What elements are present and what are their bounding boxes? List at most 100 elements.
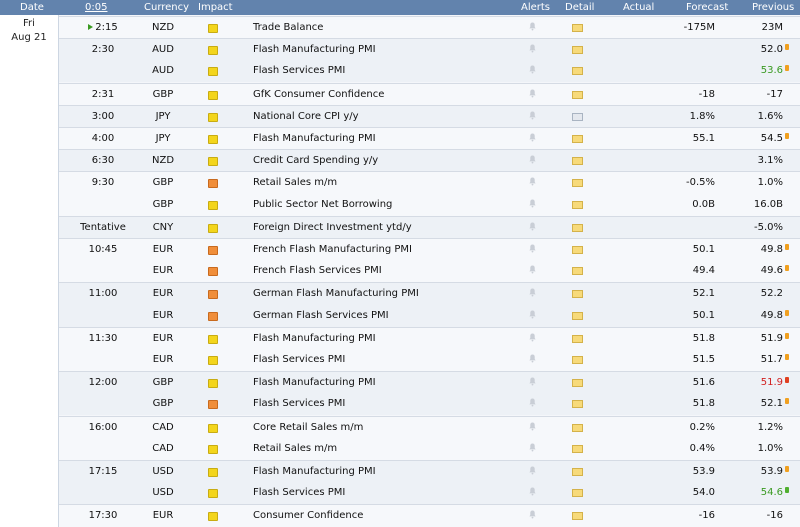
bell-icon[interactable] xyxy=(529,65,536,74)
folder-icon[interactable] xyxy=(572,311,583,320)
bell-icon[interactable] xyxy=(529,288,536,297)
folder-icon[interactable] xyxy=(572,468,583,476)
event-title[interactable]: French Flash Services PMI xyxy=(253,265,382,276)
folder-icon[interactable] xyxy=(572,179,583,188)
folder-icon[interactable] xyxy=(572,246,583,254)
event-title[interactable]: German Flash Manufacturing PMI xyxy=(253,288,419,299)
event-title[interactable]: Flash Services PMI xyxy=(253,487,345,498)
folder-icon[interactable] xyxy=(572,356,583,364)
bell-icon[interactable] xyxy=(529,487,536,496)
table-row[interactable]: 11:30 EUR Flash Manufacturing PMI 51.8 51.9 xyxy=(59,326,800,350)
bell-icon[interactable] xyxy=(529,377,536,386)
bell-icon[interactable] xyxy=(529,177,536,186)
event-title[interactable]: Flash Manufacturing PMI xyxy=(253,466,376,477)
folder-icon[interactable] xyxy=(572,489,583,498)
folder-icon[interactable] xyxy=(572,24,583,32)
event-title[interactable]: Trade Balance xyxy=(253,22,323,33)
header-impact[interactable]: Impact xyxy=(198,2,233,13)
table-row[interactable]: 2:31 GBP GfK Consumer Confidence -18 -17 xyxy=(59,82,800,106)
table-row[interactable]: 3:00 JPY National Core CPI y/y 1.8% 1.6% xyxy=(59,104,800,128)
folder-icon[interactable] xyxy=(572,200,583,209)
table-row[interactable]: 6:30 NZD Credit Card Spending y/y 3.1% xyxy=(59,149,800,173)
header-detail[interactable]: Detail xyxy=(565,2,594,13)
bell-icon[interactable] xyxy=(529,443,536,452)
event-title[interactable]: Flash Manufacturing PMI xyxy=(253,377,376,388)
header-date[interactable]: Date xyxy=(20,2,44,13)
table-row[interactable]: CAD Retail Sales m/m 0.4% 1.0% xyxy=(59,437,800,460)
bell-icon[interactable] xyxy=(529,89,536,98)
table-row[interactable]: AUD Flash Services PMI 53.6 xyxy=(59,60,800,83)
event-title[interactable]: Credit Card Spending y/y xyxy=(253,155,378,166)
event-title[interactable]: Retail Sales m/m xyxy=(253,177,337,188)
event-title[interactable]: German Flash Services PMI xyxy=(253,310,389,321)
folder-icon[interactable] xyxy=(572,267,583,276)
table-row[interactable]: 4:00 JPY Flash Manufacturing PMI 55.1 54.5 xyxy=(59,127,800,150)
bell-icon[interactable] xyxy=(529,155,536,164)
folder-icon[interactable] xyxy=(572,90,583,99)
bell-icon[interactable] xyxy=(529,22,536,31)
note-icon[interactable] xyxy=(572,112,583,121)
bell-icon[interactable] xyxy=(529,222,536,231)
folder-icon[interactable] xyxy=(572,423,583,432)
folder-icon[interactable] xyxy=(572,223,583,232)
table-row[interactable]: EUR German Flash Services PMI 50.1 49.8 xyxy=(59,304,800,327)
event-title[interactable]: French Flash Manufacturing PMI xyxy=(253,244,412,255)
table-row[interactable]: 2:30 AUD Flash Manufacturing PMI 52.0 xyxy=(59,38,800,62)
bell-icon[interactable] xyxy=(529,44,536,53)
folder-icon[interactable] xyxy=(572,444,583,453)
event-title[interactable]: Flash Services PMI xyxy=(253,354,345,365)
event-title[interactable]: Flash Manufacturing PMI xyxy=(253,44,376,55)
folder-icon[interactable] xyxy=(572,512,583,521)
folder-icon[interactable] xyxy=(572,157,583,166)
table-row[interactable]: EUR French Flash Services PMI 49.4 49.6 xyxy=(59,260,800,283)
bell-icon[interactable] xyxy=(529,199,536,208)
table-row[interactable]: 12:00 GBP Flash Manufacturing PMI 51.6 51.9 xyxy=(59,371,800,395)
bell-icon[interactable] xyxy=(529,265,536,274)
header-actual[interactable]: Actual xyxy=(623,2,654,13)
table-row[interactable]: 17:15 USD Flash Manufacturing PMI 53.9 53.9 xyxy=(59,460,800,483)
event-title[interactable]: GfK Consumer Confidence xyxy=(253,89,384,100)
header-time[interactable]: 0:05 xyxy=(85,2,107,13)
bell-icon[interactable] xyxy=(529,111,536,120)
table-row[interactable]: GBP Flash Services PMI 51.8 52.1 xyxy=(59,393,800,416)
header-alerts[interactable]: Alerts xyxy=(521,2,550,13)
table-row[interactable]: 16:00 CAD Core Retail Sales m/m 0.2% 1.2% xyxy=(59,415,800,439)
event-title[interactable]: Public Sector Net Borrowing xyxy=(253,199,392,210)
table-row[interactable]: Tentative CNY Foreign Direct Investment yt… xyxy=(59,215,800,239)
folder-icon[interactable] xyxy=(572,334,583,343)
table-row[interactable]: USD Flash Services PMI 54.0 54.6 xyxy=(59,482,800,505)
folder-icon[interactable] xyxy=(572,46,583,55)
table-row[interactable]: GBP Public Sector Net Borrowing 0.0B 16.0B xyxy=(59,193,800,216)
table-row[interactable]: 17:30 EUR Consumer Confidence -16 -16 xyxy=(59,504,800,527)
event-title[interactable]: Core Retail Sales m/m xyxy=(253,422,363,433)
event-title[interactable]: Flash Manufacturing PMI xyxy=(253,333,376,344)
bell-icon[interactable] xyxy=(529,244,536,253)
event-title[interactable]: Foreign Direct Investment ytd/y xyxy=(253,222,412,233)
bell-icon[interactable] xyxy=(529,510,536,519)
folder-icon[interactable] xyxy=(572,67,583,76)
bell-icon[interactable] xyxy=(529,333,536,342)
table-row[interactable]: 9:30 GBP Retail Sales m/m -0.5% 1.0% xyxy=(59,171,800,195)
bell-icon[interactable] xyxy=(529,466,536,475)
event-title[interactable]: Flash Services PMI xyxy=(253,65,345,76)
folder-icon[interactable] xyxy=(572,379,583,388)
bell-icon[interactable] xyxy=(529,354,536,363)
event-title[interactable]: Retail Sales m/m xyxy=(253,443,337,454)
event-title[interactable]: National Core CPI y/y xyxy=(253,111,359,122)
table-row[interactable]: 11:00 EUR German Flash Manufacturing PMI 52… xyxy=(59,282,800,306)
folder-icon[interactable] xyxy=(572,290,583,299)
table-row[interactable]: EUR Flash Services PMI 51.5 51.7 xyxy=(59,349,800,371)
event-title[interactable]: Flash Manufacturing PMI xyxy=(253,133,376,144)
event-title[interactable]: Flash Services PMI xyxy=(253,398,345,409)
header-forecast[interactable]: Forecast xyxy=(686,2,728,13)
bell-icon[interactable] xyxy=(529,310,536,319)
header-currency[interactable]: Currency xyxy=(144,2,189,13)
folder-icon[interactable] xyxy=(572,400,583,409)
bell-icon[interactable] xyxy=(529,398,536,407)
header-previous[interactable]: Previous xyxy=(752,2,794,13)
table-row[interactable]: 10:45 EUR French Flash Manufacturing PMI 50… xyxy=(59,238,800,261)
bell-icon[interactable] xyxy=(529,133,536,142)
event-title[interactable]: Consumer Confidence xyxy=(253,510,363,521)
folder-icon[interactable] xyxy=(572,135,583,143)
table-row[interactable]: 2:15 NZD Trade Balance -175M 23M xyxy=(59,16,800,39)
